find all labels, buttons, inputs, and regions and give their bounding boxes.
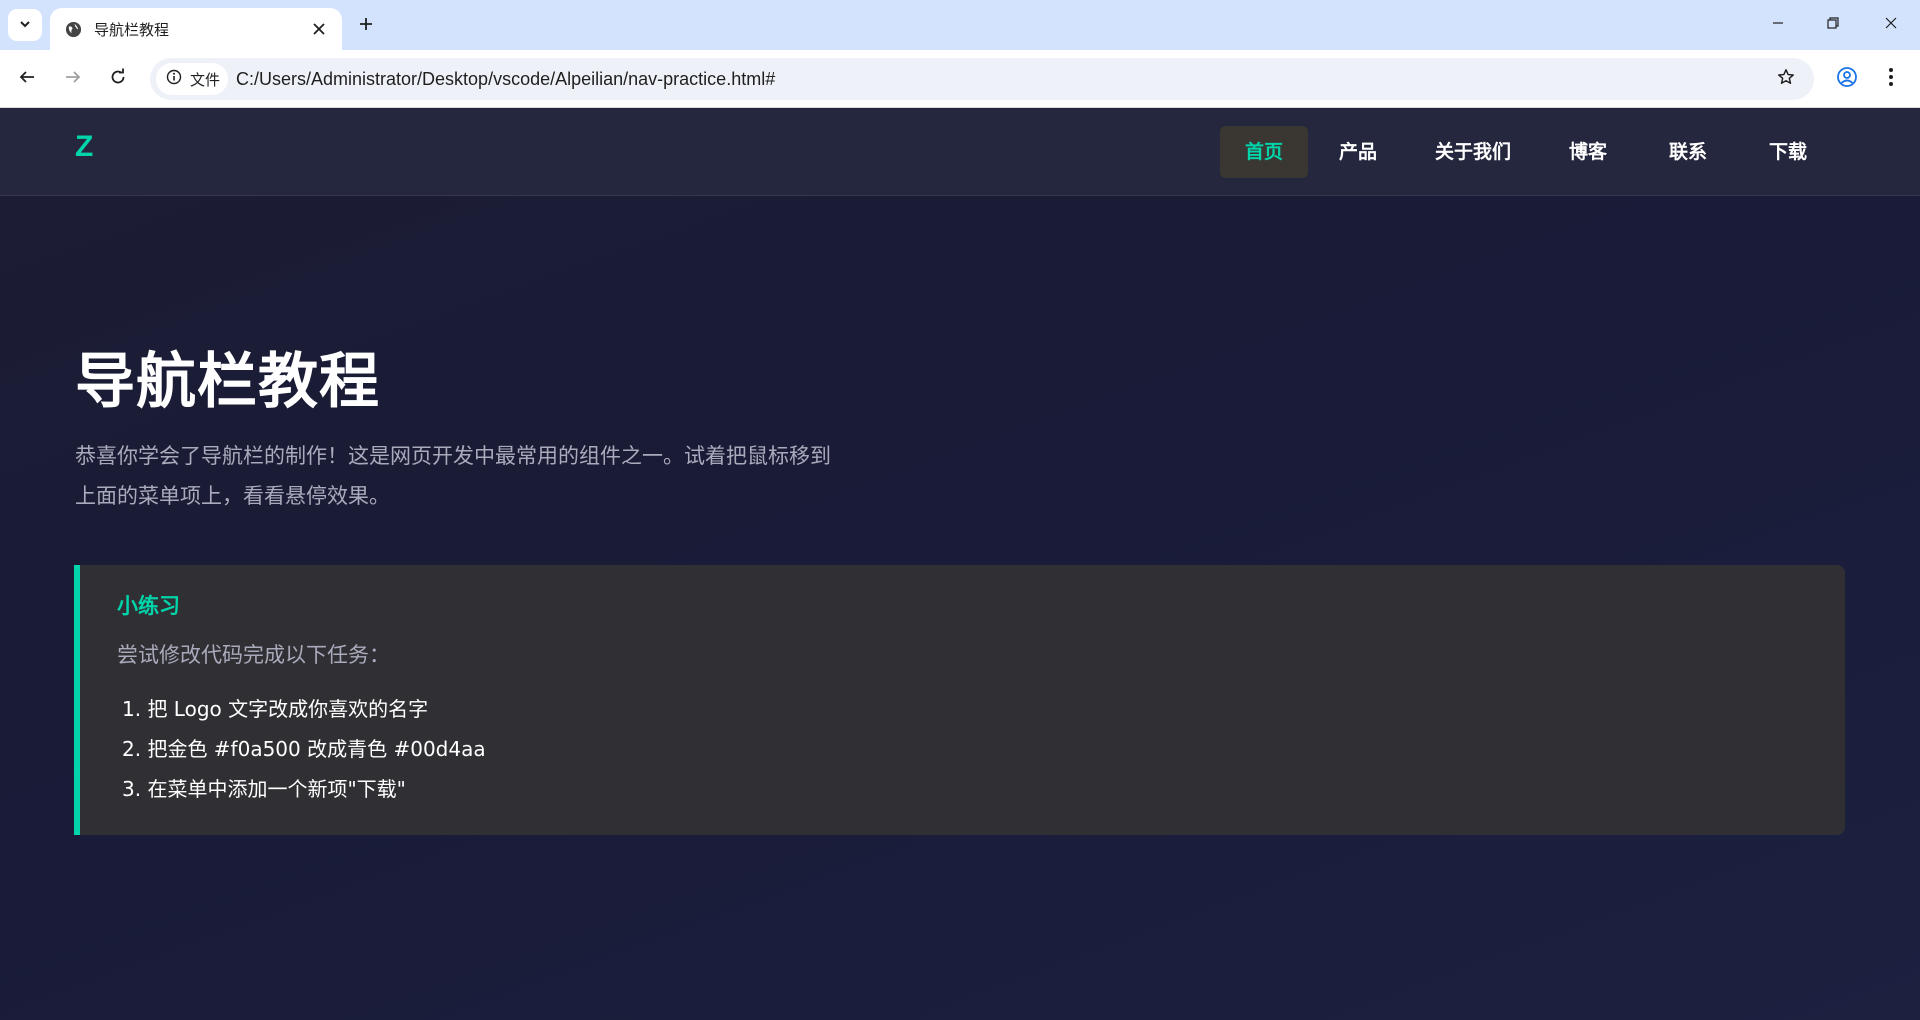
hero-description: 恭喜你学会了导航栏的制作！这是网页开发中最常用的组件之一。试着把鼠标移到上面的菜… [75, 444, 831, 508]
site-navbar: Z 首页 产品 关于我们 博客 联系 下载 [0, 108, 1920, 196]
more-vertical-icon [1888, 67, 1894, 91]
tab-search-button[interactable] [8, 9, 42, 41]
exercise-title: 小练习 [117, 594, 180, 618]
exercise-intro: 尝试修改代码完成以下任务： [117, 643, 390, 667]
site-logo[interactable]: Z [75, 130, 93, 164]
minimize-button[interactable] [1756, 6, 1800, 42]
back-button[interactable] [9, 61, 45, 97]
task-item: 3. 在菜单中添加一个新项"下载" [122, 777, 406, 801]
task-item: 2. 把金色 #f0a500 改成青色 #00d4aa [122, 737, 486, 761]
exercise-card: 小练习 尝试修改代码完成以下任务： 1. 把 Logo 文字改成你喜欢的名字 2… [74, 565, 1845, 835]
nav-item-contact[interactable]: 联系 [1650, 126, 1726, 178]
page-title: 导航栏教程 [75, 347, 380, 417]
nav-item-download[interactable]: 下载 [1750, 126, 1826, 178]
tab-title: 导航栏教程 [94, 20, 170, 39]
browser-toolbar: 文件 C:/Users/Administrator/Desktop/vscode… [0, 50, 1920, 108]
browser-tab[interactable]: 导航栏教程 [50, 8, 342, 50]
minimize-icon [1771, 15, 1785, 34]
task-list: 1. 把 Logo 文字改成你喜欢的名字 2. 把金色 #f0a500 改成青色… [122, 689, 486, 809]
arrow-right-icon [64, 68, 82, 90]
plus-icon [358, 16, 374, 36]
reload-button[interactable] [100, 61, 136, 97]
site-info-chip[interactable]: 文件 [156, 63, 228, 95]
restore-button[interactable] [1811, 6, 1855, 42]
nav-item-blog[interactable]: 博客 [1550, 126, 1626, 178]
nav-item-about[interactable]: 关于我们 [1412, 126, 1534, 178]
account-circle-icon [1836, 66, 1858, 92]
close-window-button[interactable] [1869, 6, 1913, 42]
new-tab-button[interactable] [352, 12, 380, 40]
close-tab-icon[interactable] [308, 18, 330, 40]
nav-item-products[interactable]: 产品 [1320, 126, 1396, 178]
chevron-down-icon [18, 16, 32, 35]
url-text[interactable]: C:/Users/Administrator/Desktop/vscode/Al… [236, 58, 775, 100]
site-info-label: 文件 [190, 70, 221, 89]
menu-button[interactable] [1873, 61, 1909, 97]
info-icon [166, 69, 182, 89]
arrow-left-icon [18, 68, 36, 90]
profile-button[interactable] [1829, 61, 1865, 97]
star-icon [1777, 68, 1795, 90]
reload-icon [109, 68, 127, 90]
forward-button[interactable] [55, 61, 91, 97]
address-bar[interactable]: 文件 C:/Users/Administrator/Desktop/vscode… [150, 58, 1814, 100]
tab-strip: 导航栏教程 [0, 0, 1920, 50]
web-page: Z 首页 产品 关于我们 博客 联系 下载 导航栏教程 恭喜你学会了导航栏的制作… [0, 108, 1920, 1020]
nav-item-home[interactable]: 首页 [1220, 126, 1308, 178]
restore-icon [1826, 15, 1840, 34]
globe-icon [64, 20, 82, 38]
close-icon [1884, 15, 1898, 34]
task-item: 1. 把 Logo 文字改成你喜欢的名字 [122, 697, 429, 721]
bookmark-button[interactable] [1770, 63, 1802, 95]
